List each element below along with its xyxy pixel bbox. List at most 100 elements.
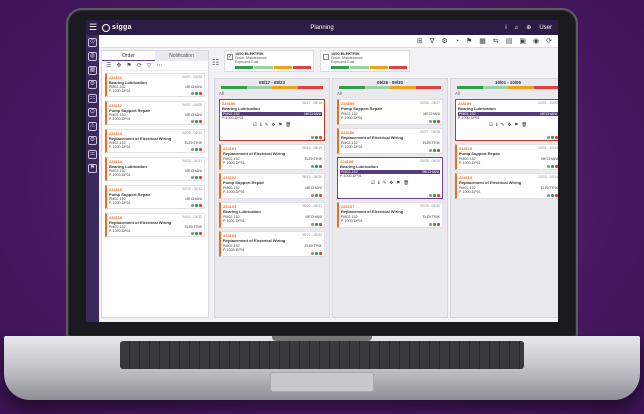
action-icon[interactable]: ✥ bbox=[390, 180, 394, 186]
sidebar-icon[interactable]: ◍ bbox=[88, 52, 97, 61]
order-type: MECHANI bbox=[540, 112, 557, 116]
sidebar-icon[interactable]: ⚙ bbox=[88, 136, 97, 145]
order-card[interactable]: 224109 10/01 - 10/02 Bearing Lubrication PM… bbox=[455, 99, 558, 141]
sidebar-icon[interactable]: ⚙ bbox=[88, 80, 97, 89]
order-card[interactable]: 224107 09/29 - 09/30 Replacement of Electr… bbox=[337, 202, 443, 228]
order-card[interactable]: 224113 10/03 - 10/04 Replacement of Electr… bbox=[455, 173, 558, 199]
header-icon[interactable]: i bbox=[505, 25, 506, 31]
action-icon[interactable]: ✥ bbox=[272, 122, 276, 128]
checkbox-checked-icon[interactable]: ✓ bbox=[227, 54, 233, 60]
panel-tools: ☰ ✥ ⚑ ⟳ ▽ ⋯ bbox=[102, 61, 208, 71]
order-card[interactable]: 224101 08/18 - 08/19 Replacement of Electr… bbox=[219, 144, 325, 170]
action-icon[interactable]: ☑ bbox=[253, 122, 257, 128]
tool-icon[interactable]: ⟳ bbox=[137, 62, 142, 69]
status-dot-icon bbox=[191, 204, 194, 207]
action-icon[interactable]: ℹ bbox=[260, 122, 262, 128]
order-card[interactable]: 224115 04/10 - 04/11 Pump Support Repair PM… bbox=[105, 185, 205, 209]
action-icon[interactable]: ✎ bbox=[501, 122, 505, 128]
order-card[interactable]: 224116 04/11 - 04/12 Replacement of Electr… bbox=[105, 213, 205, 237]
tool-icon[interactable]: ⋯ bbox=[156, 62, 162, 69]
action-icon[interactable]: ⚑ bbox=[396, 180, 400, 186]
status-dot-icon bbox=[191, 120, 194, 123]
filter-all[interactable]: All bbox=[215, 91, 329, 96]
summary-card[interactable]: 1000-ELEKTRIK Elektr. Maintenance Expect… bbox=[320, 50, 410, 72]
status-dot-icon bbox=[311, 136, 314, 139]
header-icon[interactable]: ⌂ bbox=[515, 25, 519, 31]
toolbar-icon[interactable]: ∇ bbox=[430, 38, 435, 45]
toolbar-icon[interactable]: ⚙ bbox=[441, 38, 447, 45]
toolbar-icon[interactable]: ⊞ bbox=[417, 38, 423, 45]
tab-order[interactable]: Order bbox=[102, 51, 155, 61]
order-location: P-1000-DP01 bbox=[341, 219, 363, 223]
order-location: P-1000-DP01 bbox=[340, 174, 362, 178]
summary-list-icon[interactable]: ☷ bbox=[212, 58, 219, 67]
order-title: Bearing Lubrication bbox=[340, 164, 378, 169]
order-location: P-1000-DP01 bbox=[223, 219, 245, 223]
order-card[interactable]: 224114 04/10 - 04/11 Bearing Lubrication PM… bbox=[105, 157, 205, 181]
sidebar-icon[interactable]: ⚠ bbox=[88, 122, 97, 131]
toolbar-icon[interactable]: ⚑ bbox=[466, 38, 472, 45]
sidebar-icon[interactable]: ⛭ bbox=[88, 108, 97, 117]
order-location: P-1000-DP01 bbox=[222, 116, 244, 120]
sidebar-icon[interactable]: ⊙ bbox=[88, 38, 97, 47]
status-dot-icon bbox=[195, 204, 198, 207]
status-dot-icon bbox=[551, 136, 554, 139]
user-label[interactable]: User bbox=[539, 25, 552, 31]
toolbar-icon[interactable]: ◔ bbox=[455, 38, 459, 45]
toolbar-icon[interactable]: ▣ bbox=[519, 38, 526, 45]
order-card[interactable]: 224111 04/07 - 04/08 Bearing Lubrication PM… bbox=[105, 73, 205, 97]
tab-notification[interactable]: Notification bbox=[155, 51, 208, 61]
action-icon[interactable]: 🗑 bbox=[403, 180, 409, 186]
status-icons bbox=[191, 148, 202, 151]
tool-icon[interactable]: ▽ bbox=[147, 62, 152, 69]
week-column: 08/17 - 08/23 All 224100 08/17 - 08/18 Beari… bbox=[214, 78, 330, 318]
action-icon[interactable]: ✎ bbox=[265, 122, 269, 128]
toolbar-icon[interactable]: ⇆ bbox=[493, 38, 499, 45]
sidebar-icon[interactable]: ▦ bbox=[88, 66, 97, 75]
order-card[interactable]: 224112 04/07 - 04/08 Pump Support Repair PM… bbox=[105, 101, 205, 125]
order-card[interactable]: 224113 04/09 - 04/10 Replacement of Electr… bbox=[105, 129, 205, 153]
checkbox-unchecked-icon[interactable] bbox=[323, 54, 329, 60]
action-icon[interactable]: 🗑 bbox=[521, 122, 527, 128]
order-date: 08/20 - 08/21 bbox=[302, 204, 322, 208]
action-icon[interactable]: ⚑ bbox=[514, 122, 518, 128]
action-icon[interactable]: ℹ bbox=[378, 180, 380, 186]
sidebar-icon[interactable]: ☷ bbox=[88, 94, 97, 103]
action-icon[interactable]: ✥ bbox=[508, 122, 512, 128]
action-icon[interactable]: ☑ bbox=[489, 122, 493, 128]
order-date: 04/07 - 04/08 bbox=[182, 103, 202, 107]
action-icon[interactable]: 🗑 bbox=[285, 122, 291, 128]
filter-all[interactable]: All bbox=[451, 91, 558, 96]
order-card[interactable]: 224106 09/27 - 09/28 Replacement of Electr… bbox=[337, 128, 443, 154]
toolbar-icon[interactable]: ▤ bbox=[506, 38, 513, 45]
tool-icon[interactable]: ☰ bbox=[106, 62, 111, 69]
sidebar-icon[interactable]: ☰ bbox=[88, 150, 97, 159]
order-card[interactable]: 224108 09/28 - 09/29 Bearing Lubrication PM… bbox=[337, 157, 443, 199]
tool-icon[interactable]: ⚑ bbox=[126, 62, 131, 69]
order-card[interactable]: 224100 08/17 - 08/18 Bearing Lubrication PM… bbox=[219, 99, 325, 141]
order-title: Pump Support Repair bbox=[341, 106, 383, 111]
order-card[interactable]: 224103 08/20 - 08/21 Bearing Lubrication PM… bbox=[219, 202, 325, 228]
order-card[interactable]: 224102 08/19 - 08/20 Pump Support Repair PM… bbox=[219, 173, 325, 199]
action-icon[interactable]: ☑ bbox=[371, 180, 375, 186]
filter-all[interactable]: All bbox=[333, 91, 447, 96]
order-date: 08/17 - 08/18 bbox=[302, 101, 322, 105]
status-icons bbox=[429, 223, 440, 226]
order-type: ELEKTRIK bbox=[304, 157, 322, 161]
header-icon[interactable]: ⊕ bbox=[526, 24, 531, 31]
order-card[interactable]: 224105 09/26 - 09/27 Pump Support Repair PM… bbox=[337, 99, 443, 125]
order-title: Replacement of Electrical Wiring bbox=[459, 180, 522, 185]
status-dot-icon bbox=[319, 165, 322, 168]
sidebar-icon[interactable]: ⚑ bbox=[88, 164, 97, 173]
action-icon[interactable]: ℹ bbox=[496, 122, 498, 128]
summary-card[interactable]: ✓ 1000-ELEKTRIK Elektr. Maintenance Expe… bbox=[224, 50, 314, 72]
order-card[interactable]: 224110 10/02 - 10/03 Pump Support Repair PM… bbox=[455, 144, 558, 170]
order-card[interactable]: 224104 08/21 - 08/22 Replacement of Electr… bbox=[219, 231, 325, 257]
tool-icon[interactable]: ✥ bbox=[116, 62, 121, 69]
toolbar-icon[interactable]: ◉ bbox=[533, 38, 539, 45]
toolbar-icon[interactable]: ⟳ bbox=[546, 38, 552, 45]
action-icon[interactable]: ✎ bbox=[383, 180, 387, 186]
toolbar-icon[interactable]: ▦ bbox=[479, 38, 486, 45]
week-title: 09/26 - 09/30 bbox=[377, 80, 403, 85]
action-icon[interactable]: ⚑ bbox=[278, 122, 282, 128]
